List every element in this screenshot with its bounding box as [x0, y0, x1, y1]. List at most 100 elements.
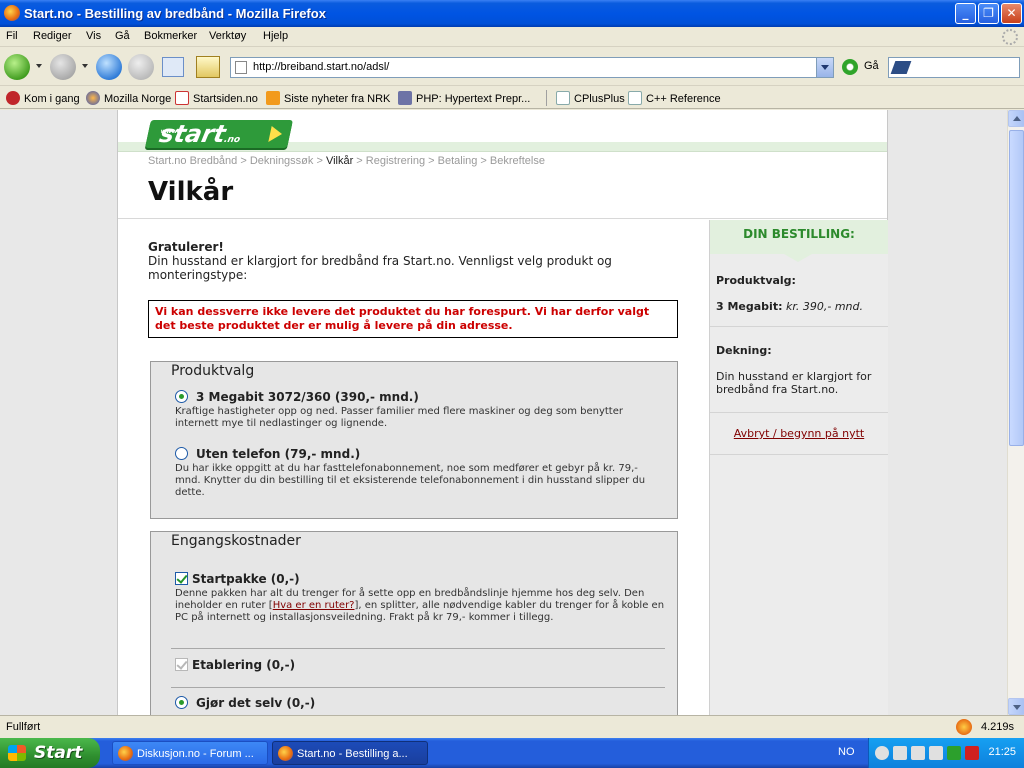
system-tray: 21:25 [868, 738, 1024, 768]
tray-antivirus-icon[interactable] [965, 746, 979, 760]
home-button[interactable] [196, 56, 220, 78]
breadcrumb: Start.no Bredbånd > Dekningssøk > Vilkår… [148, 155, 545, 167]
forward-history-dropdown-icon[interactable] [82, 64, 88, 68]
address-dropdown-button[interactable] [816, 58, 833, 77]
etablering-option: Etablering (0,-) [175, 658, 665, 672]
go-button-label[interactable]: Gå [864, 60, 879, 72]
bookmark-nrk[interactable]: Siste nyheter fra NRK [266, 91, 390, 105]
menu-ga[interactable]: Gå [115, 30, 130, 42]
scroll-up-button[interactable] [1008, 110, 1024, 127]
go-icon[interactable] [842, 59, 858, 75]
page-icon [628, 91, 642, 105]
product-label: Produktvalg: [716, 274, 796, 287]
taskbar-item-start-no[interactable]: Start.no - Bestilling a... [272, 741, 428, 765]
order-heading: DIN BESTILLING: [710, 220, 888, 262]
title-divider [118, 218, 887, 219]
tray-green-icon[interactable] [947, 746, 961, 760]
close-button[interactable]: ✕ [1001, 3, 1022, 24]
firefox-icon [4, 5, 20, 21]
coverage-text: Din husstand er klargjort for bredbånd f… [716, 370, 872, 396]
divider [710, 326, 888, 327]
radio-3-megabit[interactable] [175, 390, 188, 403]
search-box[interactable] [888, 57, 1020, 78]
taskbar: Start Diskusjon.no - Forum ... Start.no … [0, 738, 1024, 768]
warning-message: Vi kan dessverre ikke levere det produkt… [148, 300, 678, 338]
maximize-button[interactable]: ❐ [978, 3, 999, 24]
main-content: Gratulerer! Din husstand er klargjort fo… [148, 240, 678, 715]
performance-icon[interactable] [956, 719, 972, 735]
menu-hjelp[interactable]: Hjelp [263, 30, 288, 42]
back-history-dropdown-icon[interactable] [36, 64, 42, 68]
gjor-det-selv-option[interactable]: Gjør det selv (0,-) [175, 696, 665, 710]
bookmark-mozilla-norge[interactable]: Mozilla Norge [86, 91, 171, 105]
arrow-down-icon [1013, 705, 1021, 710]
scroll-down-button[interactable] [1008, 698, 1024, 715]
search-engine-icon[interactable] [890, 61, 912, 74]
search-input[interactable] [917, 60, 1015, 75]
php-icon [398, 91, 412, 105]
order-summary-sidebar: DIN BESTILLING: Produktvalg: 3 Megabit: … [709, 220, 888, 715]
tray-back-icon[interactable] [875, 746, 889, 760]
bookmark-php[interactable]: PHP: Hypertext Prepr... [398, 91, 530, 105]
language-indicator[interactable]: NO [838, 746, 855, 758]
forward-button[interactable] [50, 54, 76, 80]
option-description: Du har ikke oppgitt at du har fasttelefo… [175, 463, 646, 498]
costs-box-title: Engangskostnader [171, 533, 301, 549]
status-text: Fullført [6, 721, 41, 733]
menu-vis[interactable]: Vis [86, 30, 101, 42]
start-no-logo[interactable]: www. start.no [145, 120, 293, 148]
abc-icon [175, 91, 189, 105]
start-button[interactable]: Start [0, 738, 100, 768]
minimize-button[interactable]: _ [955, 3, 976, 24]
bookmark-cpp-reference[interactable]: C++ Reference [628, 91, 721, 105]
radio-gjor-det-selv[interactable] [175, 696, 188, 709]
breadcrumb-current: Vilkår [325, 155, 354, 167]
scroll-thumb[interactable] [1009, 130, 1024, 446]
stop-button[interactable] [128, 54, 154, 80]
page-icon [235, 61, 247, 74]
divider [171, 648, 665, 649]
taskbar-item-diskusjon[interactable]: Diskusjon.no - Forum ... [112, 741, 268, 765]
throbber-icon [1002, 29, 1018, 45]
address-bar[interactable]: http://breiband.start.no/adsl/ [230, 57, 834, 78]
menu-bokmerker[interactable]: Bokmerker [144, 30, 197, 42]
reload-button[interactable] [96, 54, 122, 80]
startpakke-checkbox[interactable] [175, 572, 188, 585]
bookmark-kom-i-gang[interactable]: Kom i gang [6, 91, 80, 105]
product-option-3-megabit[interactable]: 3 Megabit 3072/360 (390,- mnd.) Kraftige… [175, 390, 665, 430]
greeting: Gratulerer! [148, 240, 224, 254]
load-time: 4.219s [980, 721, 1014, 733]
menu-fil[interactable]: Fil [6, 30, 18, 42]
tray-font-icon[interactable] [929, 746, 943, 760]
clock: 21:25 [988, 746, 1016, 758]
one-time-costs-box: Engangskostnader Startpakke (0,-) Denne … [150, 531, 678, 715]
cancel-restart-link[interactable]: Avbryt / begynn på nytt [710, 427, 888, 440]
menu-rediger[interactable]: Rediger [33, 30, 72, 42]
tray-download-icon[interactable] [911, 746, 925, 760]
startpakke-option[interactable]: Startpakke (0,-) Denne pakken har alt du… [175, 572, 665, 624]
arrow-up-icon [1013, 116, 1021, 121]
product-option-uten-telefon[interactable]: Uten telefon (79,- mnd.) Du har ikke opp… [175, 447, 665, 499]
menu-bar: Fil Rediger Vis Gå Bokmerker Verktøy Hje… [0, 27, 1024, 47]
bookmark-cplusplus[interactable]: CPlusPlus [556, 91, 625, 105]
address-url[interactable]: http://breiband.start.no/adsl/ [253, 61, 389, 73]
tray-link-icon[interactable] [893, 746, 907, 760]
startpakke-description: Denne pakken har alt du trenger for å se… [175, 588, 665, 623]
product-selection-box: Produktvalg 3 Megabit 3072/360 (390,- mn… [150, 361, 678, 519]
rss-icon [266, 91, 280, 105]
what-is-router-link[interactable]: Hva er en ruter? [273, 600, 355, 611]
windows-logo-icon [8, 745, 26, 761]
new-tab-button[interactable] [162, 57, 184, 77]
navigation-toolbar: http://breiband.start.no/adsl/ Gå [0, 48, 1024, 86]
window-titlebar[interactable]: Start.no - Bestilling av bredbånd - Mozi… [0, 0, 1024, 27]
divider [710, 454, 888, 455]
intro-text: Din husstand er klargjort for bredbånd f… [148, 254, 612, 282]
etablering-checkbox [175, 658, 188, 671]
vertical-scrollbar[interactable] [1007, 110, 1024, 715]
divider [171, 687, 665, 688]
menu-verktoy[interactable]: Verktøy [209, 30, 246, 42]
page-container: www. start.no Start.no Bredbånd > Dekning… [117, 110, 888, 715]
bookmark-startsiden[interactable]: Startsiden.no [175, 91, 258, 105]
back-button[interactable] [4, 54, 30, 80]
radio-uten-telefon[interactable] [175, 447, 188, 460]
